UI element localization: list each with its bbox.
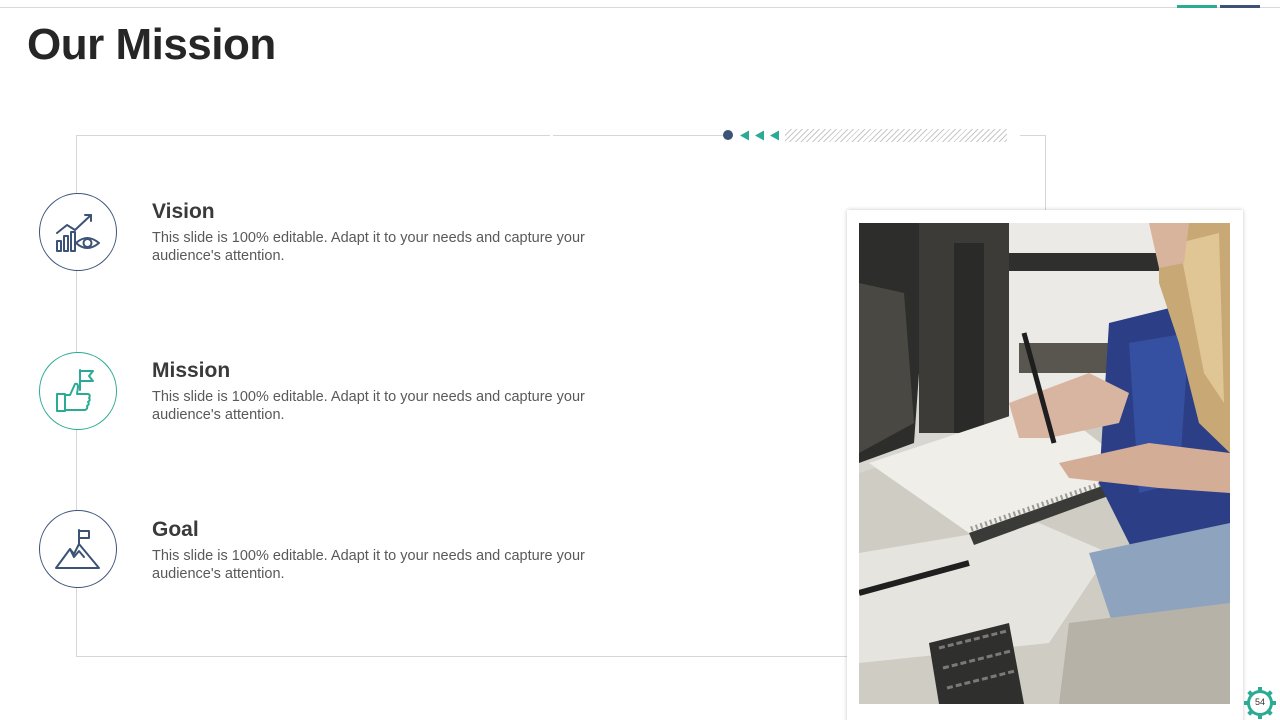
goal-description: This slide is 100% editable. Adapt it to…	[152, 548, 585, 582]
photo-illustration	[859, 223, 1230, 704]
page-number: 54	[1254, 697, 1265, 707]
hatched-decoration-bar	[785, 129, 1007, 142]
mission-icon-circle	[39, 352, 117, 430]
thumbs-up-flag-icon	[56, 369, 94, 412]
person-writing-in-notebook-photo	[859, 223, 1230, 704]
vision-description: This slide is 100% editable. Adapt it to…	[152, 230, 585, 264]
frame-decoration-line	[553, 135, 723, 136]
decoration-arrows-icon	[740, 130, 779, 141]
mission-description: This slide is 100% editable. Adapt it to…	[152, 389, 585, 423]
mission-title: Mission	[152, 359, 231, 382]
decoration-dot	[723, 130, 733, 140]
vision-title: Vision	[152, 200, 215, 223]
vision-icon-circle	[39, 193, 117, 271]
mountain-flag-icon	[55, 529, 100, 569]
growth-chart-eye-icon	[56, 214, 100, 252]
top-accent-navy	[1220, 5, 1260, 8]
top-accent-teal	[1177, 5, 1217, 8]
photo-card	[847, 210, 1243, 720]
top-divider	[0, 7, 1280, 8]
goal-title: Goal	[152, 518, 199, 541]
goal-icon-circle	[39, 510, 117, 588]
page-title: Our Mission	[27, 20, 276, 69]
